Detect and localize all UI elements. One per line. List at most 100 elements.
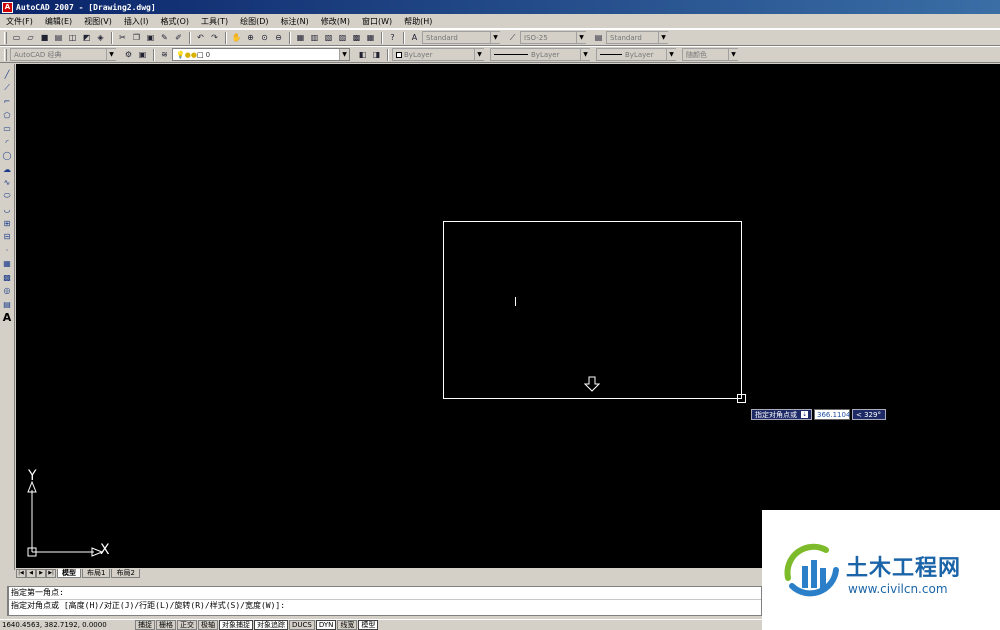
ellipse-arc-icon[interactable]: ◡ [1,203,13,217]
text-style-icon[interactable]: A [408,31,421,44]
menu-insert[interactable]: 插入(I) [122,15,151,28]
chevron-down-icon[interactable]: ▼ [474,49,484,60]
text-style-select[interactable]: Standard ▼ [422,31,500,44]
toolbar-grip[interactable] [4,48,7,61]
command-prompt-line[interactable]: 指定对角点或 [高度(H)/对正(J)/行距(L)/旋转(R)/样式(S)/宽度… [9,600,761,612]
menu-window[interactable]: 窗口(W) [360,15,394,28]
chevron-down-icon[interactable]: ▼ [658,32,668,43]
circle-icon[interactable]: ◯ [1,149,13,163]
workspace-select[interactable]: AutoCAD 经典 ▼ [10,48,116,61]
zoom-previous-icon[interactable]: ⊖ [272,31,285,44]
arc-icon[interactable]: ◜ [1,136,13,150]
polygon-icon[interactable]: ⬠ [1,109,13,123]
model-toggle[interactable]: 模型 [358,620,379,630]
properties-icon[interactable]: ▦ [294,31,307,44]
ellipse-icon[interactable]: ⬭ [1,190,13,204]
menu-modify[interactable]: 修改(M) [319,15,352,28]
color-select[interactable]: ByLayer ▼ [392,48,484,61]
workspace-save-icon[interactable]: ▣ [136,48,149,61]
layer-manager-icon[interactable]: ≋ [158,48,171,61]
menu-draw[interactable]: 绘图(D) [238,15,270,28]
chevron-down-icon[interactable]: ▼ [580,49,590,60]
make-block-icon[interactable]: ⊟ [1,230,13,244]
menu-dimension[interactable]: 标注(N) [279,15,311,28]
tab-layout1[interactable]: 布局1 [82,568,111,578]
otrack-toggle[interactable]: 对象追踪 [254,620,288,630]
plot-style-select[interactable]: 随颜色 ▼ [682,48,738,61]
help-icon[interactable]: ? [386,31,399,44]
hatch-icon[interactable]: ▦ [1,257,13,271]
open-file-icon[interactable]: ▱ [24,31,37,44]
zoom-window-icon[interactable]: ⊙ [258,31,271,44]
table-icon[interactable]: ▤ [1,298,13,312]
layer-select[interactable]: 💡 ● ● □ 0 ▼ [172,48,350,61]
chevron-down-icon[interactable]: ▼ [576,32,586,43]
dynamic-input-distance[interactable]: 366.1104 [814,409,850,420]
grid-toggle[interactable]: 栅格 [156,620,176,630]
plot-preview-icon[interactable]: ◫ [66,31,79,44]
dynamic-input-angle[interactable]: < 329° [852,409,886,420]
chevron-down-icon[interactable]: ▼ [490,32,500,43]
tab-layout2[interactable]: 布局2 [111,568,140,578]
copy-icon[interactable]: ❐ [130,31,143,44]
match-properties-icon[interactable]: ✎ [158,31,171,44]
multiline-text-icon[interactable]: A [1,311,13,325]
menu-tools[interactable]: 工具(T) [199,15,230,28]
last-tab-icon[interactable]: ▶| [46,568,56,578]
pan-icon[interactable]: ✋ [230,31,243,44]
region-icon[interactable]: ◎ [1,284,13,298]
command-window[interactable]: 指定第一角点: 指定对角点或 [高度(H)/对正(J)/行距(L)/旋转(R)/… [8,586,762,616]
tab-model[interactable]: 模型 [57,568,81,578]
osnap-toggle[interactable]: 对象捕捉 [219,620,253,630]
gradient-icon[interactable]: ▩ [1,271,13,285]
lineweight-toggle[interactable]: 线宽 [337,620,358,630]
paste-icon[interactable]: ▣ [144,31,157,44]
snap-toggle[interactable]: 捕捉 [135,620,155,630]
new-file-icon[interactable]: ▭ [10,31,23,44]
chevron-down-icon[interactable]: ▼ [728,49,738,60]
undo-icon[interactable]: ↶ [194,31,207,44]
zoom-realtime-icon[interactable]: ⊕ [244,31,257,44]
point-icon[interactable]: · [1,244,13,258]
menu-file[interactable]: 文件(F) [4,15,35,28]
chevron-down-icon[interactable]: ▼ [666,49,676,60]
autocad-app-icon[interactable]: A [2,1,13,13]
quickcalc-icon[interactable]: ▦ [364,31,377,44]
save-icon[interactable]: ■ [38,31,51,44]
table-style-select[interactable]: Standard ▼ [606,31,668,44]
block-editor-icon[interactable]: ✐ [172,31,185,44]
linetype-select[interactable]: ByLayer ▼ [490,48,590,61]
plot-icon[interactable]: ▤ [52,31,65,44]
revision-cloud-icon[interactable]: ☁ [1,163,13,177]
publish-icon[interactable]: ◩ [80,31,93,44]
command-window-grip[interactable] [0,586,8,616]
prev-tab-icon[interactable]: ◀ [26,568,36,578]
polar-toggle[interactable]: 极轴 [198,620,218,630]
coordinate-readout[interactable]: 1640.4563, 382.7192, 0.0000 [0,621,135,629]
chevron-down-icon[interactable]: ▼ [339,49,349,60]
make-layer-current-icon[interactable]: ◧ [356,48,369,61]
tool-palettes-icon[interactable]: ▧ [322,31,335,44]
line-icon[interactable]: ╱ [1,68,13,82]
spline-icon[interactable]: ∿ [1,176,13,190]
sheet-set-icon[interactable]: ▨ [336,31,349,44]
dim-style-icon[interactable]: ⟋ [506,31,519,44]
menu-view[interactable]: 视图(V) [82,15,114,28]
toolbar-grip[interactable] [4,31,7,44]
cut-icon[interactable]: ✂ [116,31,129,44]
layer-previous-icon[interactable]: ◨ [370,48,383,61]
markup-set-icon[interactable]: ▩ [350,31,363,44]
dyn-toggle[interactable]: DYN [315,620,337,630]
table-style-icon[interactable]: ▤ [592,31,605,44]
dropdown-arrow-icon[interactable]: ⇣ [801,411,808,418]
next-tab-icon[interactable]: ▶ [36,568,46,578]
lineweight-select[interactable]: ByLayer ▼ [596,48,676,61]
3d-dwf-icon[interactable]: ◈ [94,31,107,44]
ducs-toggle[interactable]: DUCS [289,620,315,630]
dim-style-select[interactable]: ISO-25 ▼ [520,31,586,44]
polyline-icon[interactable]: ⌐ [1,95,13,109]
drawing-canvas[interactable]: 指定对角点或 ⇣ 366.1104 < 329° Y X [16,64,1000,568]
menu-format[interactable]: 格式(O) [158,15,191,28]
rectangle-icon[interactable]: ▭ [1,122,13,136]
chevron-down-icon[interactable]: ▼ [106,49,116,60]
